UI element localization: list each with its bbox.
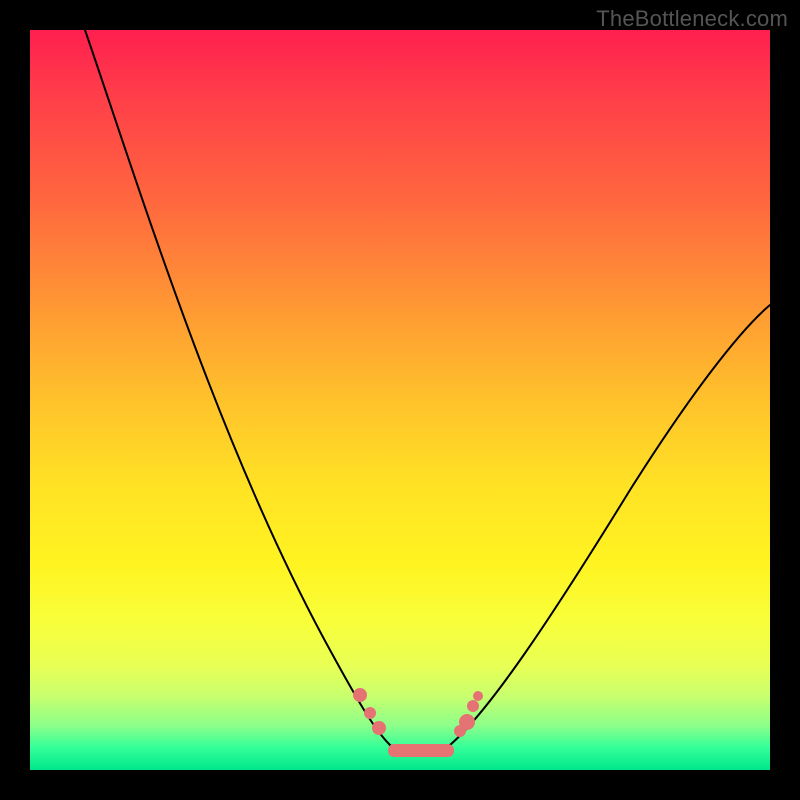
curve-left-branch: [85, 30, 390, 745]
curve-layer: [30, 30, 770, 770]
marker-dot: [467, 700, 479, 712]
marker-floor-segment: [388, 744, 454, 757]
marker-dot: [353, 688, 367, 702]
marker-dot: [372, 721, 386, 735]
curve-right-branch: [450, 305, 770, 745]
marker-dot: [364, 707, 376, 719]
watermark-text: TheBottleneck.com: [596, 6, 788, 32]
marker-dot: [473, 691, 483, 701]
marker-dot: [459, 714, 475, 730]
plot-area: [30, 30, 770, 770]
chart-frame: TheBottleneck.com: [0, 0, 800, 800]
